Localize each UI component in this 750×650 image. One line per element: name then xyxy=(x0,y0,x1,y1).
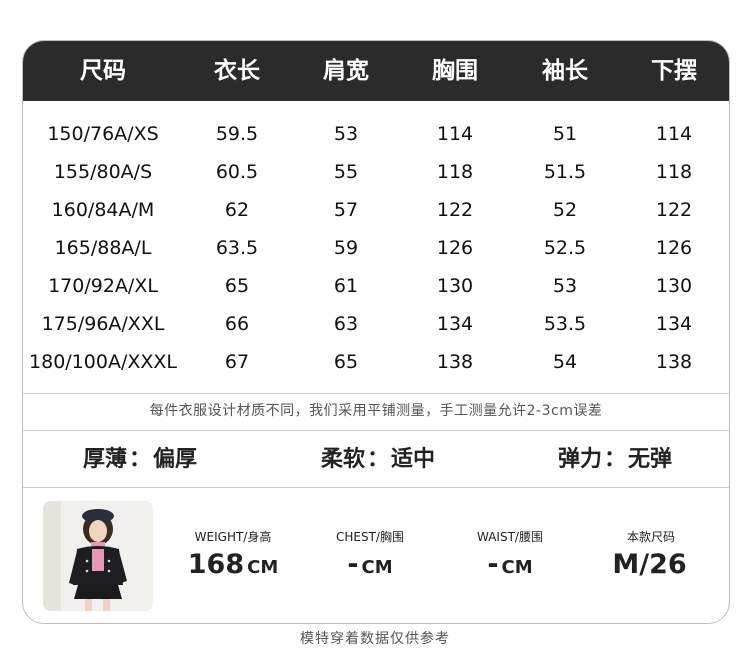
stat-number: - xyxy=(487,549,499,580)
stat-label: CHEST/胸围 xyxy=(336,530,404,544)
table-cell: 118 xyxy=(655,161,693,183)
attribute-elasticity: 弹力：无弹 xyxy=(515,433,715,487)
table-row: 175/96A/XXL 66 63 134 53.5 134 xyxy=(23,305,729,343)
stat-number: - xyxy=(347,549,359,580)
header-shoulder: 肩宽 xyxy=(323,58,369,84)
colon: ： xyxy=(128,447,151,472)
model-photo xyxy=(43,501,153,611)
table-cell: 138 xyxy=(655,351,693,373)
stat-unit: CM xyxy=(501,557,533,578)
stat-height: WEIGHT/身高 168 CM xyxy=(158,529,308,586)
stat-value: - CM xyxy=(435,547,585,586)
attribute-label: 弹力 xyxy=(557,447,602,472)
stat-label: WAIST/腰围 xyxy=(477,530,543,544)
table-cell: 114 xyxy=(655,123,693,145)
attribute-thickness: 厚薄：偏厚 xyxy=(40,433,240,487)
colon: ： xyxy=(366,447,389,472)
attribute-value: 无弹 xyxy=(628,447,673,472)
table-cell: 126 xyxy=(655,237,693,259)
attribute-value: 偏厚 xyxy=(153,447,198,472)
table-header: 尺码 衣长 肩宽 胸围 袖长 下摆 xyxy=(23,41,729,101)
table-cell: 122 xyxy=(655,199,693,221)
table-row: 165/88A/L 63.5 59 126 52.5 126 xyxy=(23,229,729,267)
stat-chest: CHEST/胸围 - CM xyxy=(295,529,445,586)
header-chest: 胸围 xyxy=(432,58,478,84)
stat-number: 168 xyxy=(187,549,245,580)
table-row: 150/76A/XS 59.5 53 114 51 114 xyxy=(23,115,729,153)
stat-value: - CM xyxy=(295,547,445,586)
header-hem: 下摆 xyxy=(651,58,697,84)
stat-value: 168 CM xyxy=(158,547,308,586)
model-illustration xyxy=(43,501,153,611)
header-sleeve: 袖长 xyxy=(542,58,588,84)
header-size: 尺码 xyxy=(80,58,126,84)
colon: ： xyxy=(603,447,626,472)
stat-waist: WAIST/腰围 - CM xyxy=(435,529,585,586)
divider xyxy=(23,487,729,488)
table-row: 160/84A/M 62 57 122 52 122 xyxy=(23,191,729,229)
stat-value: M/26 xyxy=(576,547,726,586)
table-row: 155/80A/S 60.5 55 118 51.5 118 xyxy=(23,153,729,191)
attribute-label: 厚薄 xyxy=(82,447,127,472)
stat-number: M/26 xyxy=(612,549,687,580)
stat-unit: CM xyxy=(361,557,393,578)
attribute-label: 柔软 xyxy=(320,447,365,472)
table-row: 170/92A/XL 65 61 130 53 130 xyxy=(23,267,729,305)
stat-label: 本款尺码 xyxy=(626,530,675,544)
attribute-softness: 柔软：适中 xyxy=(278,433,478,487)
size-chart-card: 尺码 衣长 肩宽 胸围 袖长 下摆 150/76A/XS 59.5 53 114 51 1… xyxy=(22,40,730,624)
divider xyxy=(23,430,729,431)
stat-size: 本款尺码 M/26 xyxy=(576,529,726,586)
table-row: 180/100A/XXXL 67 65 138 54 138 xyxy=(23,343,729,381)
stat-unit: CM xyxy=(247,557,279,578)
header-length: 衣长 xyxy=(214,58,260,84)
table-cell: 130 xyxy=(655,275,693,297)
measurement-note: 每件衣服设计材质不同，我们采用平铺测量，手工测量允许2-3cm误差 xyxy=(149,403,603,419)
table-cell: 134 xyxy=(655,313,693,335)
attribute-value: 适中 xyxy=(391,447,436,472)
stat-label: WEIGHT/身高 xyxy=(194,530,272,544)
caption: 模特穿着数据仅供参考 xyxy=(300,631,450,647)
